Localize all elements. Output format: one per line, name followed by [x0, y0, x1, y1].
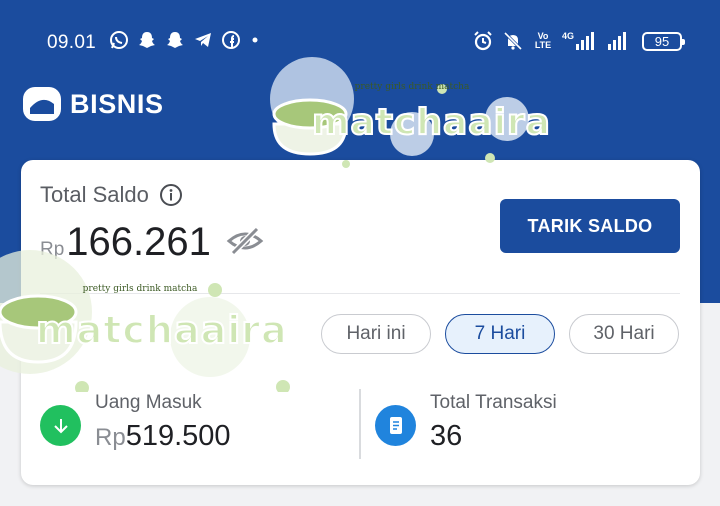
brand-name: BISNIS [70, 88, 164, 119]
brand-logo-icon [23, 87, 61, 121]
balance-label: Total Saldo [40, 182, 149, 207]
hide-balance-icon[interactable] [226, 226, 264, 256]
facebook-icon [222, 31, 240, 49]
receipt-icon [375, 405, 416, 446]
brand: BISNIS [22, 86, 164, 122]
money-in-stat[interactable]: Uang Masuk Rp 519.500 [40, 392, 231, 453]
filter-7-days[interactable]: 7 Hari [445, 314, 555, 354]
signal-icon-1: 4G [562, 31, 595, 50]
info-icon[interactable] [159, 183, 183, 207]
battery-level: 95 [654, 33, 670, 49]
filter-today[interactable]: Hari ini [321, 314, 431, 354]
signal-icon-2 [608, 32, 627, 50]
transactions-stat[interactable]: Total Transaksi 36 [375, 392, 557, 453]
balance-label-row: Total Saldo [40, 182, 183, 208]
whatsapp-icon [110, 31, 128, 49]
snapchat-icon [139, 32, 155, 48]
money-in-currency: Rp [95, 424, 126, 451]
battery-icon: 95 [642, 31, 686, 51]
balance-card: Total Saldo Rp 166.261 TARIK SALDO Hari … [21, 160, 700, 485]
system-icons: Vo LTE 4G 95 [472, 30, 686, 52]
mute-icon [503, 31, 523, 51]
money-in-value: 519.500 [125, 420, 231, 452]
alarm-icon [474, 31, 492, 51]
telegram-icon [195, 33, 211, 47]
dot-icon [252, 37, 258, 43]
divider [40, 293, 680, 294]
withdraw-button[interactable]: TARIK SALDO [500, 199, 680, 253]
period-filter: Hari ini 7 Hari 30 Hari [321, 314, 679, 354]
balance-amount: 166.261 [66, 220, 211, 264]
notification-icons [109, 30, 261, 50]
filter-30-days[interactable]: 30 Hari [569, 314, 679, 354]
balance-currency: Rp [40, 239, 65, 260]
arrow-down-icon [40, 405, 81, 446]
network-type-label: 4G [562, 31, 575, 41]
status-bar: 09.01 Vo LTE 4G 95 [0, 24, 720, 60]
transactions-value: 36 [430, 420, 463, 452]
stat-divider [359, 389, 361, 459]
volte-label: Vo LTE [534, 31, 552, 50]
transactions-label: Total Transaksi [430, 392, 557, 413]
money-in-label: Uang Masuk [95, 392, 202, 413]
status-time: 09.01 [47, 32, 97, 53]
snapchat-icon [167, 32, 183, 48]
balance-value: Rp 166.261 [40, 220, 211, 265]
